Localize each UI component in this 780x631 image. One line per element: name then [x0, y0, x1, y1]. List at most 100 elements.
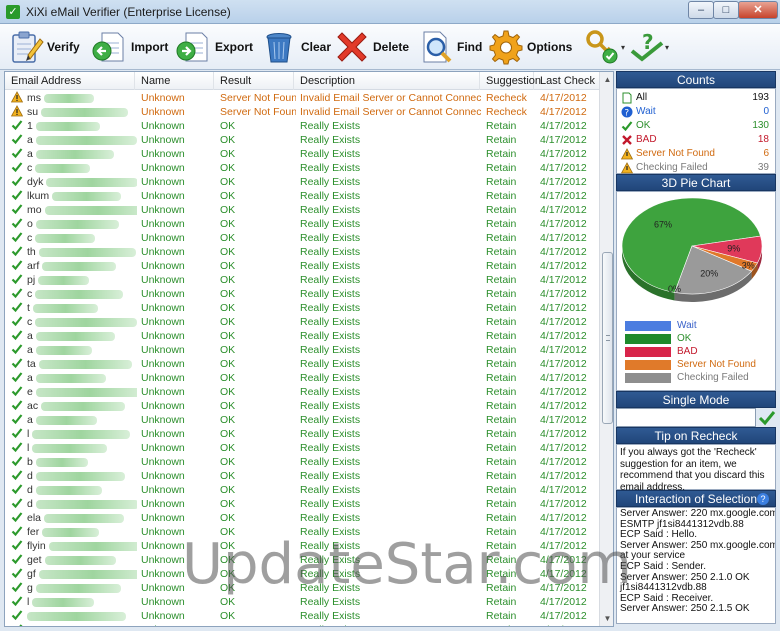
grid-vertical-scrollbar[interactable]: ▲ ▼: [599, 72, 613, 626]
col-email-header[interactable]: Email Address: [5, 72, 135, 90]
table-row[interactable]: UnknownOKReally ExistsRetain4/17/2012: [5, 609, 599, 623]
email-cell: c: [27, 162, 33, 174]
legend-label: OK: [677, 333, 692, 344]
check-icon: [9, 231, 23, 245]
description-cell: Really Exists: [300, 596, 361, 608]
table-row[interactable]: ta Unknown OK Really Exists Retain 4/17/2012: [5, 357, 599, 371]
table-row[interactable]: g Unknown OK Really Exists Retain 4/17/2012: [5, 581, 599, 595]
import-button[interactable]: Import: [92, 27, 168, 67]
interaction-help-icon[interactable]: ?: [757, 493, 769, 505]
description-cell: Really Exists: [300, 498, 361, 510]
check-icon: [9, 399, 23, 413]
single-verify-check-icon[interactable]: [758, 408, 776, 427]
gear-icon: [489, 30, 523, 65]
minimize-button[interactable]: –: [688, 1, 714, 19]
count-row-checking-failed[interactable]: Checking Failed 39: [619, 161, 773, 175]
lastcheck-cell: 4/17/2012: [540, 316, 587, 328]
table-row[interactable]: o Unknown OK Really Exists Retain 4/17/2012: [5, 217, 599, 231]
col-name-header[interactable]: Name: [135, 72, 214, 90]
table-row[interactable]: c Unknown OK Really Exists Retain 4/17/2012: [5, 161, 599, 175]
table-row[interactable]: flyin Unknown OK Really Exists Retain 4/17/2…: [5, 539, 599, 553]
result-cell: Server Not Found: [220, 106, 296, 118]
count-row-server-not-found[interactable]: Server Not Found 6: [619, 147, 773, 161]
table-row[interactable]: e Unknown OK Really Exists Retain 4/17/2012: [5, 385, 599, 399]
app-check-icon: ✓: [6, 5, 20, 19]
name-cell: Unknown: [141, 344, 185, 356]
table-row[interactable]: l Unknown OK Really Exists Retain 4/17/2012: [5, 427, 599, 441]
delete-button[interactable]: Delete: [334, 27, 409, 67]
table-row[interactable]: a Unknown OK Really Exists Retain 4/17/2012: [5, 371, 599, 385]
table-row[interactable]: gf Unknown OK Really Exists Retain 4/17/2012: [5, 567, 599, 581]
table-row[interactable]: a Unknown OK Really Exists Retain 4/17/2012: [5, 413, 599, 427]
export-button[interactable]: Export: [176, 27, 253, 67]
table-row[interactable]: get Unknown OK Really Exists Retain 4/17/201…: [5, 553, 599, 567]
table-row[interactable]: a Unknown OK Really Exists Retain 4/17/2012: [5, 343, 599, 357]
lastcheck-cell: 4/17/2012: [540, 330, 587, 342]
scroll-thumb[interactable]: [602, 252, 613, 424]
table-row[interactable]: dyk Unknown OK Really Exists Retain 4/17/201…: [5, 175, 599, 189]
table-row[interactable]: ac Unknown OK Really Exists Retain 4/17/2012: [5, 399, 599, 413]
scroll-up-arrow-icon[interactable]: ▲: [600, 72, 613, 87]
count-row-all[interactable]: All 193: [619, 91, 773, 105]
verify-button[interactable]: Verify: [8, 27, 80, 67]
table-row[interactable]: a Unknown OK Really Exists Retain 4/17/2012: [5, 329, 599, 343]
suggestion-cell: Retain: [486, 316, 517, 328]
result-cell: OK: [220, 610, 236, 622]
find-button[interactable]: Find: [418, 27, 482, 67]
table-row[interactable]: d Unknown OK Really Exists Retain 4/17/2012: [5, 469, 599, 483]
table-row[interactable]: th Unknown OK Really Exists Retain 4/17/2012: [5, 245, 599, 259]
count-row-ok[interactable]: OK 130: [619, 119, 773, 133]
blurred-email: [35, 163, 91, 173]
name-cell: Unknown: [141, 554, 185, 566]
count-row-wait[interactable]: ? Wait 0: [619, 105, 773, 119]
table-row[interactable]: d Unknown OK Really Exists Retain 4/17/2012: [5, 497, 599, 511]
scroll-down-arrow-icon[interactable]: ▼: [600, 611, 613, 626]
table-row[interactable]: arf Unknown OK Really Exists Retain 4/17/201…: [5, 259, 599, 273]
table-row[interactable]: c Unknown OK Really Exists Retain 4/17/2012: [5, 231, 599, 245]
clear-button[interactable]: Clear: [262, 27, 331, 67]
table-row[interactable]: su Unknown Server Not Found Invalid Email …: [5, 105, 599, 119]
col-suggestion-header[interactable]: Suggestion: [480, 72, 541, 90]
count-value: 6: [763, 148, 769, 159]
help-button[interactable]: ? ▾: [628, 27, 669, 67]
col-lastcheck-header[interactable]: Last Check: [534, 72, 599, 90]
count-row-bad[interactable]: BAD 18: [619, 133, 773, 147]
table-row[interactable]: a Unknown OK Really Exists Retain 4/17/2012: [5, 133, 599, 147]
email-cell: a: [27, 330, 33, 342]
table-row[interactable]: l Unknown OK Really Exists Retain 4/17/2012: [5, 595, 599, 609]
email-grid[interactable]: Email Address Name Result Description Su…: [4, 71, 614, 627]
count-label: OK: [636, 120, 651, 131]
col-description-header[interactable]: Description: [294, 72, 480, 90]
table-row[interactable]: t Unknown OK Really Exists Retain 4/17/2012: [5, 301, 599, 315]
interaction-log-box[interactable]: Server Answer: 220 mx.google.com ESMTP jf…: [616, 507, 776, 624]
maximize-button[interactable]: □: [713, 1, 739, 19]
email-cell: gf: [27, 568, 36, 580]
single-email-input[interactable]: [616, 408, 756, 427]
suggestion-cell: Recheck: [486, 106, 527, 118]
legend-swatch: [625, 321, 671, 331]
table-row[interactable]: 1 Unknown OK Really Exists Retain 4/17/2012: [5, 119, 599, 133]
col-result-header[interactable]: Result: [214, 72, 294, 90]
options-button[interactable]: Options: [488, 27, 572, 67]
suggestion-cell: Retain: [486, 190, 517, 202]
name-cell: Unknown: [141, 106, 185, 118]
name-cell: Unknown: [139, 623, 217, 626]
table-row[interactable]: d Unknown OK Really Exists Retain 4/17/2012: [5, 483, 599, 497]
license-button[interactable]: ▾: [584, 27, 625, 67]
table-row[interactable]: mo Unknown OK Really Exists Retain 4/17/2012: [5, 203, 599, 217]
table-row[interactable]: l Unknown OK Really Exists Retain 4/17/2012: [5, 441, 599, 455]
close-button[interactable]: ✕: [738, 1, 778, 19]
result-cell: OK: [220, 218, 236, 230]
table-row[interactable]: lkum Unknown OK Really Exists Retain 4/17/20…: [5, 189, 599, 203]
check-icon: [621, 121, 633, 132]
table-row[interactable]: ms Unknown Server Not Found Invalid Email …: [5, 91, 599, 105]
table-row[interactable]: a Unknown OK Really Exists Retain 4/17/2012: [5, 147, 599, 161]
table-row[interactable]: fer Unknown OK Really Exists Retain 4/17/201…: [5, 525, 599, 539]
table-row[interactable]: pj Unknown OK Really Exists Retain 4/17/2012: [5, 273, 599, 287]
table-row[interactable]: b Unknown OK Really Exists Retain 4/17/2012: [5, 455, 599, 469]
table-row[interactable]: c Unknown OK Really Exists Retain 4/17/2012: [5, 315, 599, 329]
table-row[interactable]: UnknownOKReally ExistsRetain4/17/2012: [5, 623, 599, 626]
table-row[interactable]: ela Unknown OK Really Exists Retain 4/17/201…: [5, 511, 599, 525]
table-row[interactable]: c Unknown OK Really Exists Retain 4/17/2012: [5, 287, 599, 301]
suggestion-cell: Retain: [486, 302, 517, 314]
